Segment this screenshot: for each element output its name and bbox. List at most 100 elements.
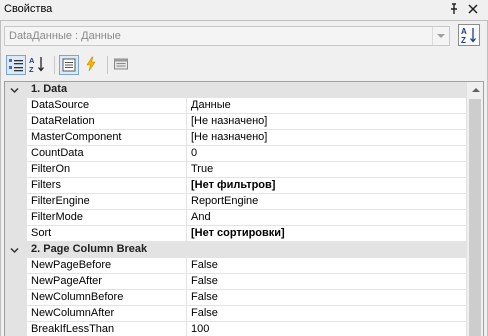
row-gutter [5, 114, 27, 130]
property-row[interactable]: FilterEngine ReportEngine [5, 194, 466, 210]
row-gutter [5, 258, 27, 274]
property-row[interactable]: DataRelation [Не назначено] [5, 114, 466, 130]
property-value[interactable]: False [191, 291, 461, 303]
category-label: 2. Page Column Break [31, 243, 148, 255]
chevron-down-icon[interactable] [10, 246, 19, 255]
row-gutter [5, 290, 27, 306]
property-name: DataSource [31, 99, 90, 111]
column-divider [186, 98, 187, 114]
vertical-scrollbar[interactable] [466, 82, 483, 336]
property-row[interactable]: NewPageBefore False [5, 258, 466, 274]
property-pages-icon [114, 58, 128, 70]
sort-az-icon: A Z [461, 27, 476, 45]
alphabetical-view-button[interactable]: A Z [28, 55, 48, 75]
property-pages-button[interactable] [112, 55, 132, 75]
property-row[interactable]: CountData 0 [5, 146, 466, 162]
property-grid: 1. Data DataSource Данные DataRelation [Не н… [4, 81, 484, 336]
property-row[interactable]: DataSource Данные [5, 98, 466, 114]
column-divider [186, 322, 187, 336]
lightning-icon [86, 56, 96, 72]
property-name: Sort [31, 227, 52, 239]
properties-panel: DataДанные : Данные A Z A Z 1. Data Data… [0, 20, 488, 336]
chevron-down-icon[interactable] [432, 27, 449, 45]
property-name: CountData [31, 147, 84, 159]
window-title: Свойства [4, 3, 53, 15]
property-row[interactable]: FilterMode And [5, 210, 466, 226]
property-name: Filters [31, 179, 61, 191]
property-name: BreakIfLessThan [31, 323, 115, 335]
category-label: 1. Data [31, 83, 68, 95]
column-divider [186, 226, 187, 242]
categorized-icon [9, 59, 23, 72]
property-name: FilterMode [31, 211, 83, 223]
category-row[interactable]: 1. Data [5, 82, 466, 98]
svg-text:A: A [29, 56, 35, 65]
row-gutter [5, 98, 27, 114]
property-row[interactable]: NewColumnAfter False [5, 306, 466, 322]
row-gutter [5, 226, 27, 242]
property-row[interactable]: Sort [Нет сортировки] [5, 226, 466, 242]
property-value[interactable]: ReportEngine [191, 195, 461, 207]
row-gutter [5, 306, 27, 322]
object-selector[interactable]: DataДанные : Данные [4, 26, 450, 46]
column-divider [186, 146, 187, 162]
toolbar-separator [54, 56, 55, 74]
property-value[interactable]: Данные [191, 99, 461, 111]
property-row[interactable]: BreakIfLessThan 100 [5, 322, 466, 336]
property-row[interactable]: NewPageAfter False [5, 274, 466, 290]
properties-list-icon [62, 58, 76, 72]
property-name: NewColumnBefore [31, 291, 124, 303]
properties-view-button[interactable] [59, 55, 79, 75]
property-name: NewPageAfter [31, 275, 102, 287]
sort-az-icon: A Z [29, 56, 44, 74]
column-divider [186, 130, 187, 146]
object-selector-value: DataДанные : Данные [9, 30, 121, 42]
alphabetical-sort-button[interactable]: A Z [458, 24, 480, 46]
property-name: DataRelation [31, 115, 95, 127]
category-row[interactable]: 2. Page Column Break [5, 242, 466, 258]
chevron-down-icon[interactable] [10, 86, 19, 95]
property-row[interactable]: MasterComponent [Не назначено] [5, 130, 466, 146]
property-value[interactable]: True [191, 163, 461, 175]
property-value[interactable]: [Не назначено] [191, 131, 461, 143]
property-value[interactable]: [Нет сортировки] [191, 227, 461, 239]
property-name: NewPageBefore [31, 259, 112, 271]
property-value[interactable]: False [191, 259, 461, 271]
property-row[interactable]: NewColumnBefore False [5, 290, 466, 306]
property-name: NewColumnAfter [31, 307, 115, 319]
column-divider [186, 178, 187, 194]
pin-icon[interactable] [447, 2, 461, 16]
window-titlebar: Свойства [0, 0, 488, 20]
property-value[interactable]: And [191, 211, 461, 223]
toolbar-separator [107, 56, 108, 74]
close-icon[interactable] [466, 2, 480, 16]
svg-text:Z: Z [461, 36, 466, 45]
row-gutter [5, 178, 27, 194]
property-row[interactable]: FilterOn True [5, 162, 466, 178]
events-view-button[interactable] [82, 55, 102, 75]
row-gutter [5, 162, 27, 178]
scroll-up-button[interactable] [467, 82, 483, 98]
property-value[interactable]: [Не назначено] [191, 115, 461, 127]
property-value[interactable]: 100 [191, 323, 461, 335]
svg-text:A: A [461, 27, 467, 36]
column-divider [186, 162, 187, 178]
row-gutter [5, 210, 27, 226]
column-divider [186, 290, 187, 306]
row-gutter [5, 146, 27, 162]
property-value[interactable]: [Нет фильтров] [191, 179, 461, 191]
row-gutter [5, 274, 27, 290]
property-name: FilterOn [31, 163, 71, 175]
property-value[interactable]: 0 [191, 147, 461, 159]
property-value[interactable]: False [191, 307, 461, 319]
column-divider [186, 210, 187, 226]
property-value[interactable]: False [191, 275, 461, 287]
column-divider [186, 274, 187, 290]
property-name: MasterComponent [31, 131, 122, 143]
column-divider [186, 194, 187, 210]
property-row[interactable]: Filters [Нет фильтров] [5, 178, 466, 194]
scrollbar-thumb[interactable] [469, 99, 481, 336]
categorized-view-button[interactable] [6, 55, 26, 75]
row-gutter [5, 322, 27, 336]
column-divider [186, 306, 187, 322]
